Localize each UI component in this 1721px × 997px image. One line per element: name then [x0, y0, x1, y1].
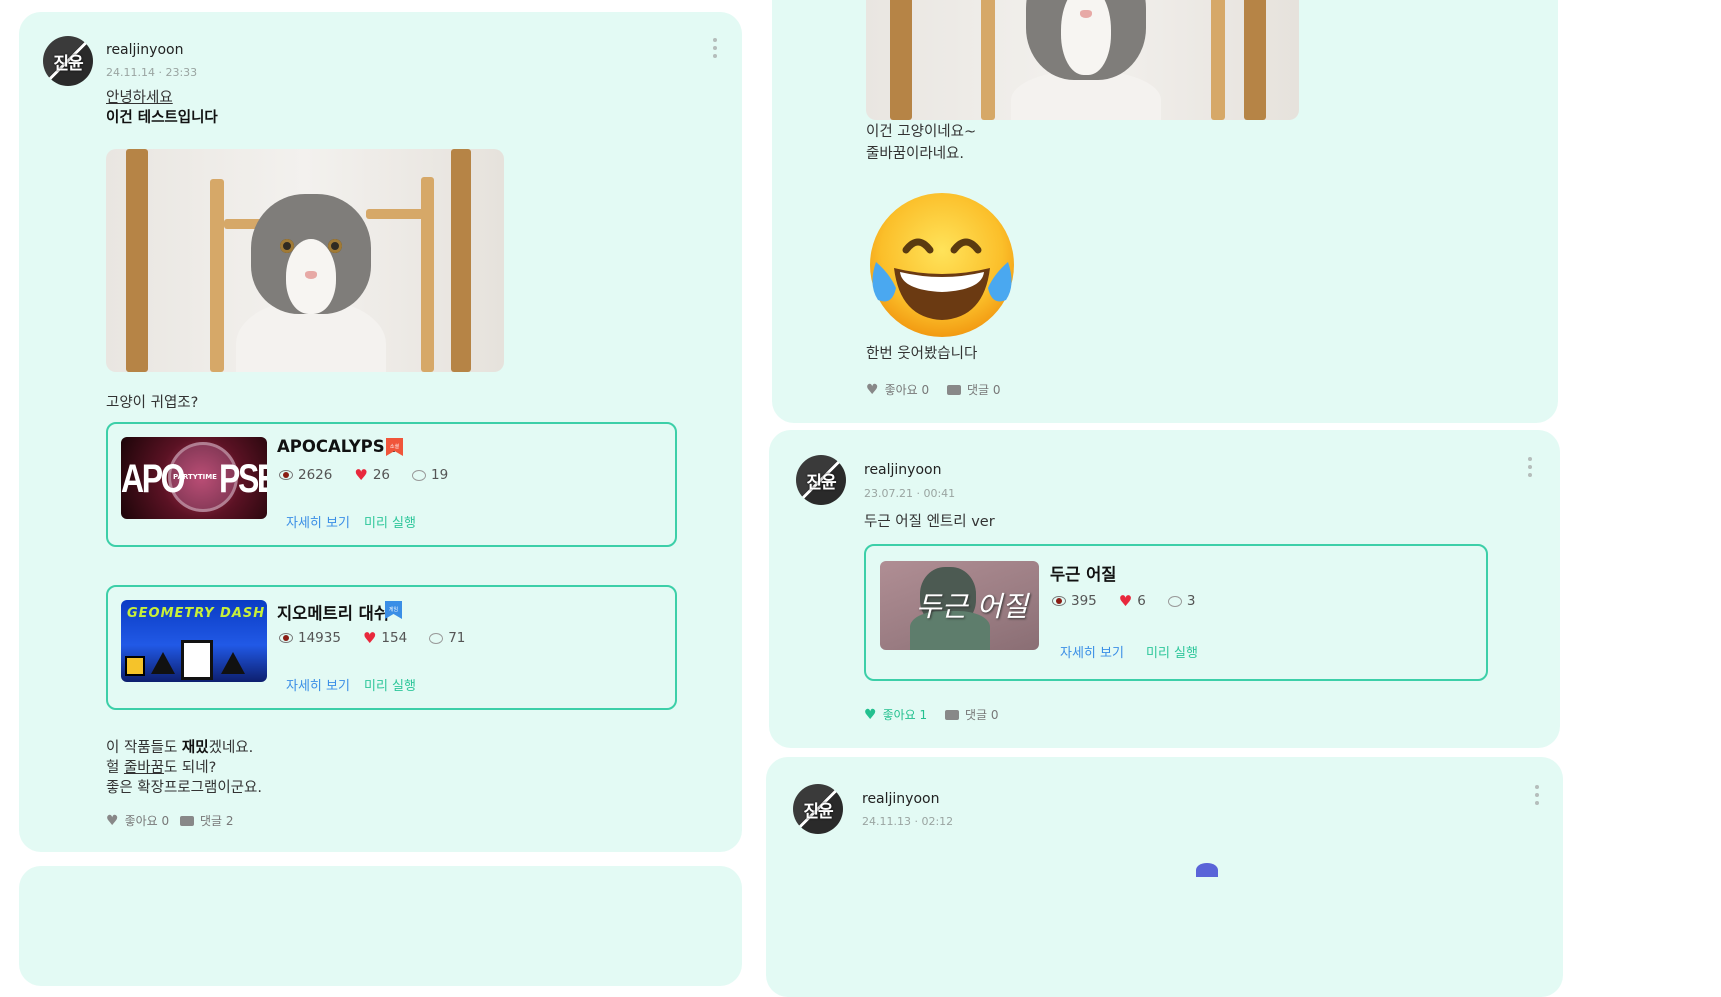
project-thumbnail[interactable]: 두근 어질 [880, 561, 1039, 650]
author-name[interactable]: realjinyoon [106, 42, 183, 58]
project-stats: 2626 ♥ 26 19 [279, 466, 448, 484]
heart-icon: ♥ [866, 381, 879, 398]
post-text-line: 안녕하세요 [106, 90, 173, 106]
post-card: 진윤 realjinyoon 24.11.14 · 23:33 안녕하세요 이건… [19, 12, 742, 852]
post-caption: 고양이 귀엽조? [106, 395, 199, 411]
comment-button[interactable]: 댓글 2 [180, 812, 234, 829]
cat-photo [866, 0, 1299, 120]
social-tag-icon: 소셜 [386, 438, 403, 456]
project-stats: 14935 ♥ 154 71 [279, 629, 465, 647]
more-options-icon[interactable] [1535, 785, 1539, 809]
comment-icon [180, 815, 194, 826]
comment-icon [429, 632, 444, 644]
heart-icon: ♥ [362, 629, 377, 647]
post-date: 24.11.14 · 23:33 [106, 66, 198, 79]
comment-icon [1167, 595, 1182, 607]
comment-button[interactable]: 댓글 0 [947, 381, 1001, 398]
preview-link[interactable]: 미리 실행 [1146, 642, 1198, 661]
project-title[interactable]: 지오메트리 대쉬 [277, 600, 389, 624]
avatar[interactable]: 진윤 [793, 784, 843, 834]
view-icon [1052, 596, 1066, 606]
project-card[interactable]: GEOMETRY DASH 지오메트리 대쉬 게임 14935 ♥ 154 71… [106, 585, 677, 710]
author-name[interactable]: realjinyoon [862, 791, 939, 807]
more-options-icon[interactable] [713, 38, 717, 62]
post-text-line: 헐 줄바꿈도 되네? [106, 760, 217, 776]
comment-icon [412, 469, 426, 481]
project-thumbnail[interactable]: APO PSE PARTYTIME [121, 437, 267, 519]
avatar[interactable]: 진윤 [796, 455, 846, 505]
post-card: 진윤 realjinyoon 24.11.13 · 02:12 [766, 757, 1563, 997]
post-text-line: 이건 고양이네요~ [866, 124, 977, 140]
post-card-next [19, 866, 742, 986]
project-thumbnail[interactable]: GEOMETRY DASH [121, 600, 267, 682]
comment-icon [945, 709, 959, 720]
post-text-line: 이 작품들도 재밌겠네요. [106, 740, 254, 756]
project-card[interactable]: APO PSE PARTYTIME APOCALYPSE 소셜 2626 ♥ 2… [106, 422, 677, 547]
post-card: 진윤 realjinyoon 23.07.21 · 00:41 두근 어질 엔트… [769, 430, 1560, 748]
post-card: 이건 고양이네요~ 줄바꿈이라네요. 한번 웃어봤습니다 ♥ 좋아요 0 댓글 … [772, 0, 1558, 423]
project-title[interactable]: 두근 어질 [1050, 561, 1116, 585]
cat-photo [106, 149, 504, 372]
post-text-line: 한번 웃어봤습니다 [866, 346, 978, 362]
view-icon [279, 470, 293, 480]
post-text-line: 좋은 확장프로그램이군요. [106, 780, 262, 796]
detail-link[interactable]: 자세히 보기 [286, 675, 350, 694]
project-card[interactable]: 두근 어질 두근 어질 395 ♥ 6 3 자세히 보기 미리 실행 [864, 544, 1488, 681]
comment-icon [947, 384, 961, 395]
like-button[interactable]: ♥ 좋아요 1 [864, 706, 927, 723]
view-icon [279, 633, 293, 643]
post-text-line: 이건 테스트입니다 [106, 110, 218, 126]
avatar[interactable]: 진윤 [43, 36, 93, 86]
heart-icon: ♥ [864, 706, 877, 723]
author-name[interactable]: realjinyoon [864, 462, 941, 478]
more-options-icon[interactable] [1528, 457, 1532, 481]
game-tag-icon: 게임 [385, 601, 402, 619]
post-date: 23.07.21 · 00:41 [864, 487, 956, 500]
like-button[interactable]: ♥ 좋아요 0 [106, 812, 169, 829]
svg-text:소셜: 소셜 [390, 443, 400, 450]
preview-link[interactable]: 미리 실행 [364, 512, 416, 531]
face-with-tears-of-joy-icon [870, 193, 1014, 337]
detail-link[interactable]: 자세히 보기 [1060, 642, 1124, 661]
like-button[interactable]: ♥ 좋아요 0 [866, 381, 929, 398]
comment-button[interactable]: 댓글 0 [945, 706, 999, 723]
post-image-top [1196, 863, 1218, 877]
post-text-line: 줄바꿈이라네요. [866, 146, 964, 162]
post-text-line: 두근 어질 엔트리 ver [864, 514, 995, 530]
heart-icon: ♥ [106, 812, 119, 829]
heart-icon: ♥ [1118, 592, 1133, 610]
heart-icon: ♥ [354, 466, 368, 484]
project-stats: 395 ♥ 6 3 [1052, 592, 1195, 610]
preview-link[interactable]: 미리 실행 [364, 675, 416, 694]
project-title[interactable]: APOCALYPSE [277, 437, 396, 456]
detail-link[interactable]: 자세히 보기 [286, 512, 350, 531]
post-date: 24.11.13 · 02:12 [862, 815, 954, 828]
svg-text:게임: 게임 [389, 606, 398, 613]
